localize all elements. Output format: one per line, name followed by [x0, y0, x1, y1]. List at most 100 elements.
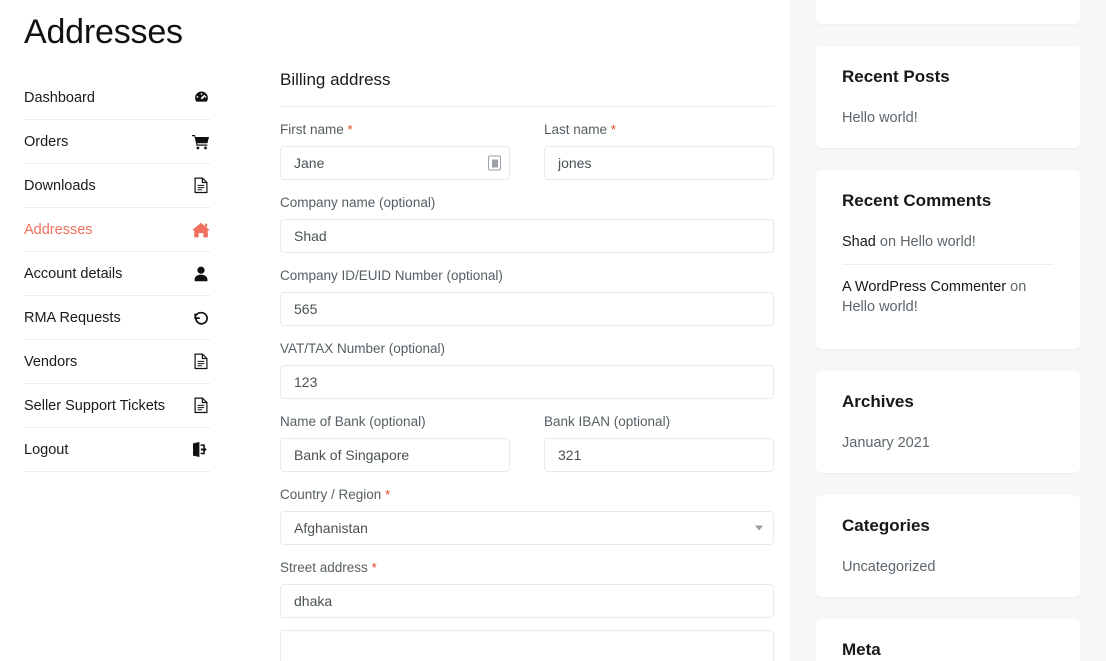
required-indicator: *	[347, 122, 353, 137]
undo-icon	[192, 309, 210, 327]
sidebar-item-label: Orders	[24, 133, 69, 150]
home-icon	[192, 221, 210, 239]
bank-iban-field: Bank IBAN (optional) 321	[544, 413, 774, 472]
street-address-line2-input[interactable]	[280, 630, 774, 661]
sidebar-item-logout[interactable]: Logout	[24, 428, 210, 472]
recent-comment-item: A WordPress Commenter on Hello world!	[842, 264, 1054, 329]
sidebar-item-rma-requests[interactable]: RMA Requests	[24, 296, 210, 340]
street-address-input[interactable]: dhaka	[280, 584, 774, 618]
archives-widget: Archives January 2021	[816, 371, 1080, 473]
recent-posts-widget: Recent Posts Hello world!	[816, 46, 1080, 148]
required-indicator: *	[371, 560, 377, 575]
archives-title: Archives	[842, 392, 914, 411]
account-addresses-page: Addresses Dashboard Orders Downloads Addres…	[0, 0, 1106, 661]
sidebar-item-orders[interactable]: Orders	[24, 120, 210, 164]
file-icon	[192, 177, 210, 195]
vat-tax-input[interactable]: 123	[280, 365, 774, 399]
bank-name-label: Name of Bank (optional)	[280, 414, 426, 429]
dashboard-icon	[192, 89, 210, 107]
bank-name-input[interactable]: Bank of Singapore	[280, 438, 510, 472]
archives-list: January 2021	[842, 421, 1054, 453]
country-region-field: Country / Region * Afghanistan	[280, 486, 774, 545]
billing-address-form-column: Billing address First name * Jane Last n…	[240, 0, 790, 661]
category-item: Uncategorized	[842, 545, 1054, 577]
sidebar-item-label: Logout	[24, 441, 69, 458]
company-id-label: Company ID/EUID Number (optional)	[280, 268, 503, 283]
last-name-label: Last name *	[544, 122, 616, 137]
first-name-input[interactable]: Jane	[280, 146, 510, 180]
sidebar-item-label: RMA Requests	[24, 309, 121, 326]
billing-address-form: Billing address First name * Jane Last n…	[280, 0, 774, 661]
street-address-line2-field	[280, 630, 774, 661]
sign-out-icon	[192, 441, 210, 459]
street-address-field: Street address * dhaka	[280, 559, 774, 618]
company-id-value: 565	[294, 301, 318, 317]
shopping-cart-icon	[192, 133, 210, 151]
account-nav-list: Dashboard Orders Downloads Addresses Account…	[24, 76, 210, 472]
archive-item: January 2021	[842, 421, 1054, 453]
recent-comments-list: Shad on Hello world! A WordPress Commente…	[842, 220, 1054, 329]
comment-post-link[interactable]: Hello world!	[900, 234, 976, 250]
last-name-input[interactable]: jones	[544, 146, 774, 180]
first-name-value: Jane	[294, 155, 325, 171]
country-region-value: Afghanistan	[294, 520, 368, 536]
comment-author: Shad	[842, 234, 876, 250]
recent-comments-widget: Recent Comments Shad on Hello world! A Wo…	[816, 170, 1080, 349]
chevron-down-icon	[755, 525, 763, 531]
sidebar-item-dashboard[interactable]: Dashboard	[24, 76, 210, 120]
meta-widget: Meta Site Admin	[816, 619, 1080, 661]
autofill-contact-card-icon[interactable]	[488, 155, 501, 171]
company-name-value: Shad	[294, 228, 327, 244]
first-name-field: First name * Jane	[280, 121, 510, 180]
name-field-row: First name * Jane Last name * jones	[280, 121, 774, 180]
required-indicator: *	[385, 487, 391, 502]
sidebar-item-vendors[interactable]: Vendors	[24, 340, 210, 384]
account-navigation-column: Addresses Dashboard Orders Downloads Addres…	[0, 0, 240, 661]
search-input[interactable]: Search ...	[842, 0, 1054, 8]
comment-on-text: on	[875, 234, 901, 250]
recent-comment-item: Shad on Hello world!	[842, 220, 1054, 264]
categories-list: Uncategorized	[842, 545, 1054, 577]
sidebar-item-label: Vendors	[24, 353, 78, 370]
file-icon	[192, 353, 210, 371]
country-region-select[interactable]: Afghanistan	[280, 511, 774, 545]
sidebar-item-label: Downloads	[24, 177, 96, 194]
category-item-link[interactable]: Uncategorized	[842, 559, 936, 575]
company-name-input[interactable]: Shad	[280, 219, 774, 253]
bank-name-value: Bank of Singapore	[294, 447, 410, 463]
sidebar-item-addresses[interactable]: Addresses	[24, 208, 210, 252]
bank-name-field: Name of Bank (optional) Bank of Singapor…	[280, 413, 510, 472]
vat-tax-field: VAT/TAX Number (optional) 123	[280, 340, 774, 399]
bank-iban-input[interactable]: 321	[544, 438, 774, 472]
sidebar-item-seller-support-tickets[interactable]: Seller Support Tickets	[24, 384, 210, 428]
sidebar-item-label: Addresses	[24, 221, 93, 238]
vat-tax-value: 123	[294, 374, 318, 390]
required-indicator: *	[610, 122, 616, 137]
page-title: Addresses	[24, 13, 183, 51]
bank-field-row: Name of Bank (optional) Bank of Singapor…	[280, 413, 774, 472]
country-region-label: Country / Region *	[280, 487, 391, 502]
user-icon	[192, 265, 210, 283]
comment-post-link[interactable]: Hello world!	[842, 299, 918, 315]
sidebar-item-account-details[interactable]: Account details	[24, 252, 210, 296]
categories-widget: Categories Uncategorized	[816, 495, 1080, 597]
recent-comments-title: Recent Comments	[842, 191, 992, 210]
bank-iban-label: Bank IBAN (optional)	[544, 414, 671, 429]
first-name-label: First name *	[280, 122, 353, 137]
blog-widget-sidebar: Search ... Recent Posts Hello world! Rec…	[790, 0, 1106, 661]
comment-on-text: on	[1006, 279, 1027, 295]
billing-address-heading: Billing address	[280, 0, 774, 107]
street-address-label: Street address *	[280, 560, 377, 575]
sidebar-item-downloads[interactable]: Downloads	[24, 164, 210, 208]
company-id-input[interactable]: 565	[280, 292, 774, 326]
last-name-value: jones	[558, 155, 592, 171]
meta-title: Meta	[842, 640, 881, 659]
company-name-label: Company name (optional)	[280, 195, 436, 210]
archive-item-link[interactable]: January 2021	[842, 435, 930, 451]
recent-post-item-link[interactable]: Hello world!	[842, 110, 918, 126]
sidebar-item-label: Account details	[24, 265, 123, 282]
bank-iban-value: 321	[558, 447, 582, 463]
recent-posts-title: Recent Posts	[842, 67, 950, 86]
last-name-field: Last name * jones	[544, 121, 774, 180]
company-name-field: Company name (optional) Shad	[280, 194, 774, 253]
